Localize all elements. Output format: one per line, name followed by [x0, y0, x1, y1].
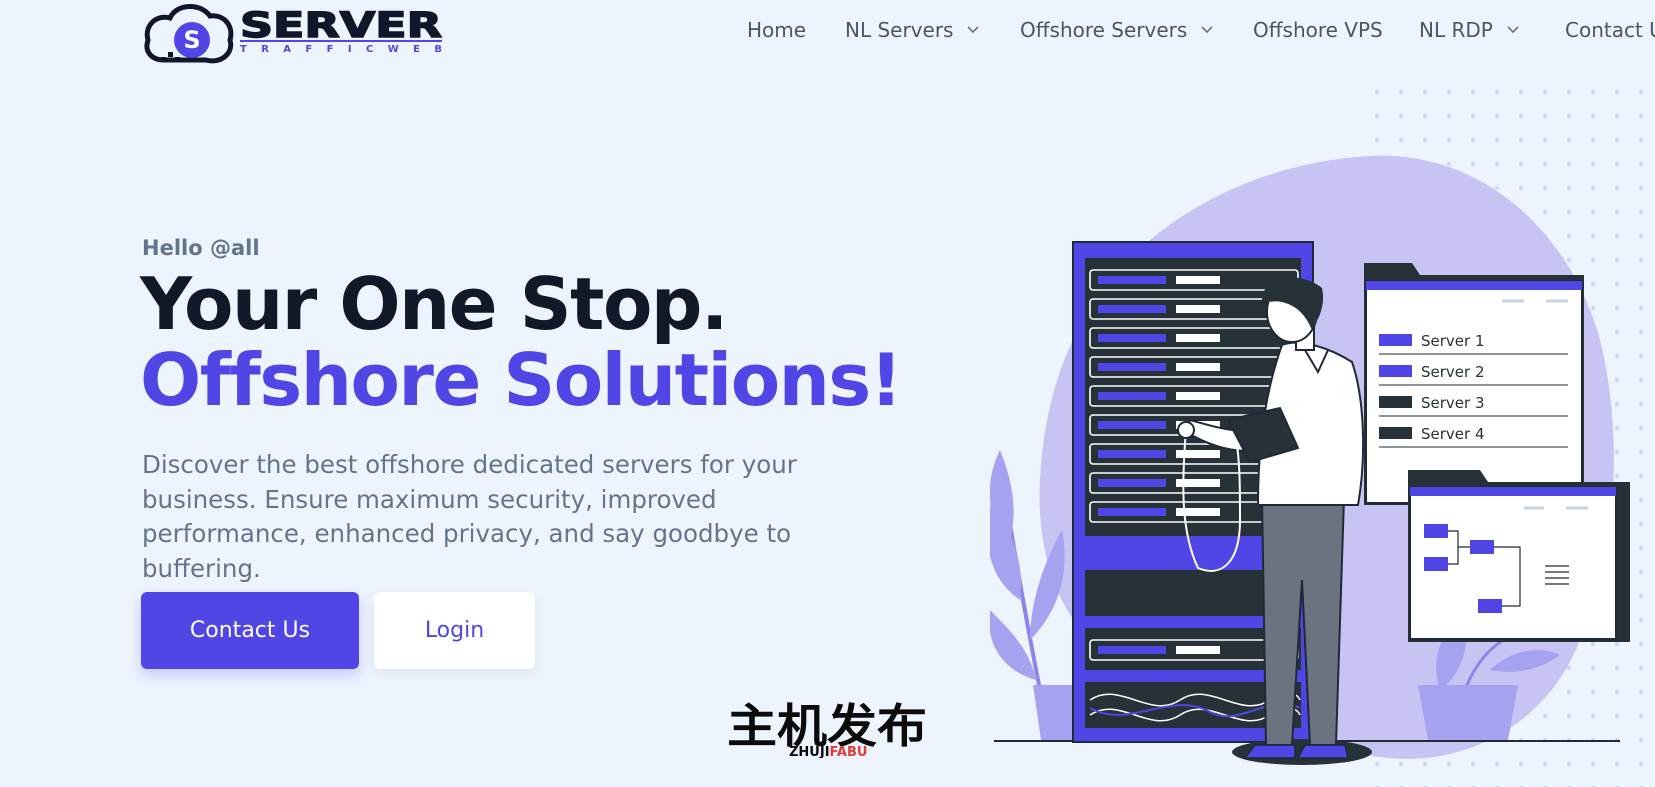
hero-greeting: Hello @all: [142, 236, 260, 260]
nav-contact-us[interactable]: Contact Us: [1565, 18, 1655, 42]
chevron-down-icon: [967, 26, 980, 34]
cloud-logo-icon: S: [144, 4, 234, 64]
server-list-item-3: Server 3: [1421, 394, 1485, 412]
svg-text:ZHUJIFABU: ZHUJIFABU: [789, 745, 867, 758]
chevron-down-icon: [1201, 26, 1213, 34]
logo-letter: S: [183, 26, 200, 54]
hero-title-line2: Offshore Solutions!: [140, 338, 903, 422]
chevron-down-icon: [1507, 26, 1519, 34]
watermark: 主机发布 ZHUJIFABU: [727, 699, 927, 758]
hero-description: Discover the best offshore dedicated ser…: [142, 450, 797, 583]
hero-illustration: Server 1 Server 2 Server 3 Server 4: [990, 155, 1630, 765]
nav-label-contact-us: Contact Us: [1565, 18, 1655, 42]
login-button[interactable]: Login: [374, 592, 535, 669]
nav-home[interactable]: Home: [747, 18, 806, 42]
nav-label-nl-servers: NL Servers: [845, 18, 954, 42]
nav-nl-rdp[interactable]: NL RDP: [1419, 18, 1519, 42]
nav-offshore-servers[interactable]: Offshore Servers: [1020, 18, 1213, 42]
nav-nl-servers[interactable]: NL Servers: [845, 18, 980, 42]
watermark-latin-accent: FABU: [830, 745, 868, 758]
site-logo[interactable]: S SERVER TRAFFICWEB: [142, 2, 452, 64]
watermark-latin-dark: ZHUJI: [789, 745, 830, 758]
nav-label-offshore-vps: Offshore VPS: [1253, 18, 1383, 42]
server-list-item-4: Server 4: [1421, 425, 1485, 443]
server-list-panel: Server 1 Server 2 Server 3 Server 4: [1364, 263, 1584, 505]
nav-label-offshore-servers: Offshore Servers: [1020, 18, 1188, 42]
server-list-item-1: Server 1: [1421, 332, 1485, 350]
hero-title-line1: Your One Stop.: [140, 262, 728, 346]
server-list-item-2: Server 2: [1421, 363, 1485, 381]
contact-us-button[interactable]: Contact Us: [141, 592, 359, 669]
diagram-panel: [1408, 470, 1630, 642]
nav-offshore-vps[interactable]: Offshore VPS: [1253, 18, 1383, 42]
nav-label-home: Home: [747, 18, 807, 42]
nav-label-nl-rdp: NL RDP: [1419, 18, 1493, 42]
